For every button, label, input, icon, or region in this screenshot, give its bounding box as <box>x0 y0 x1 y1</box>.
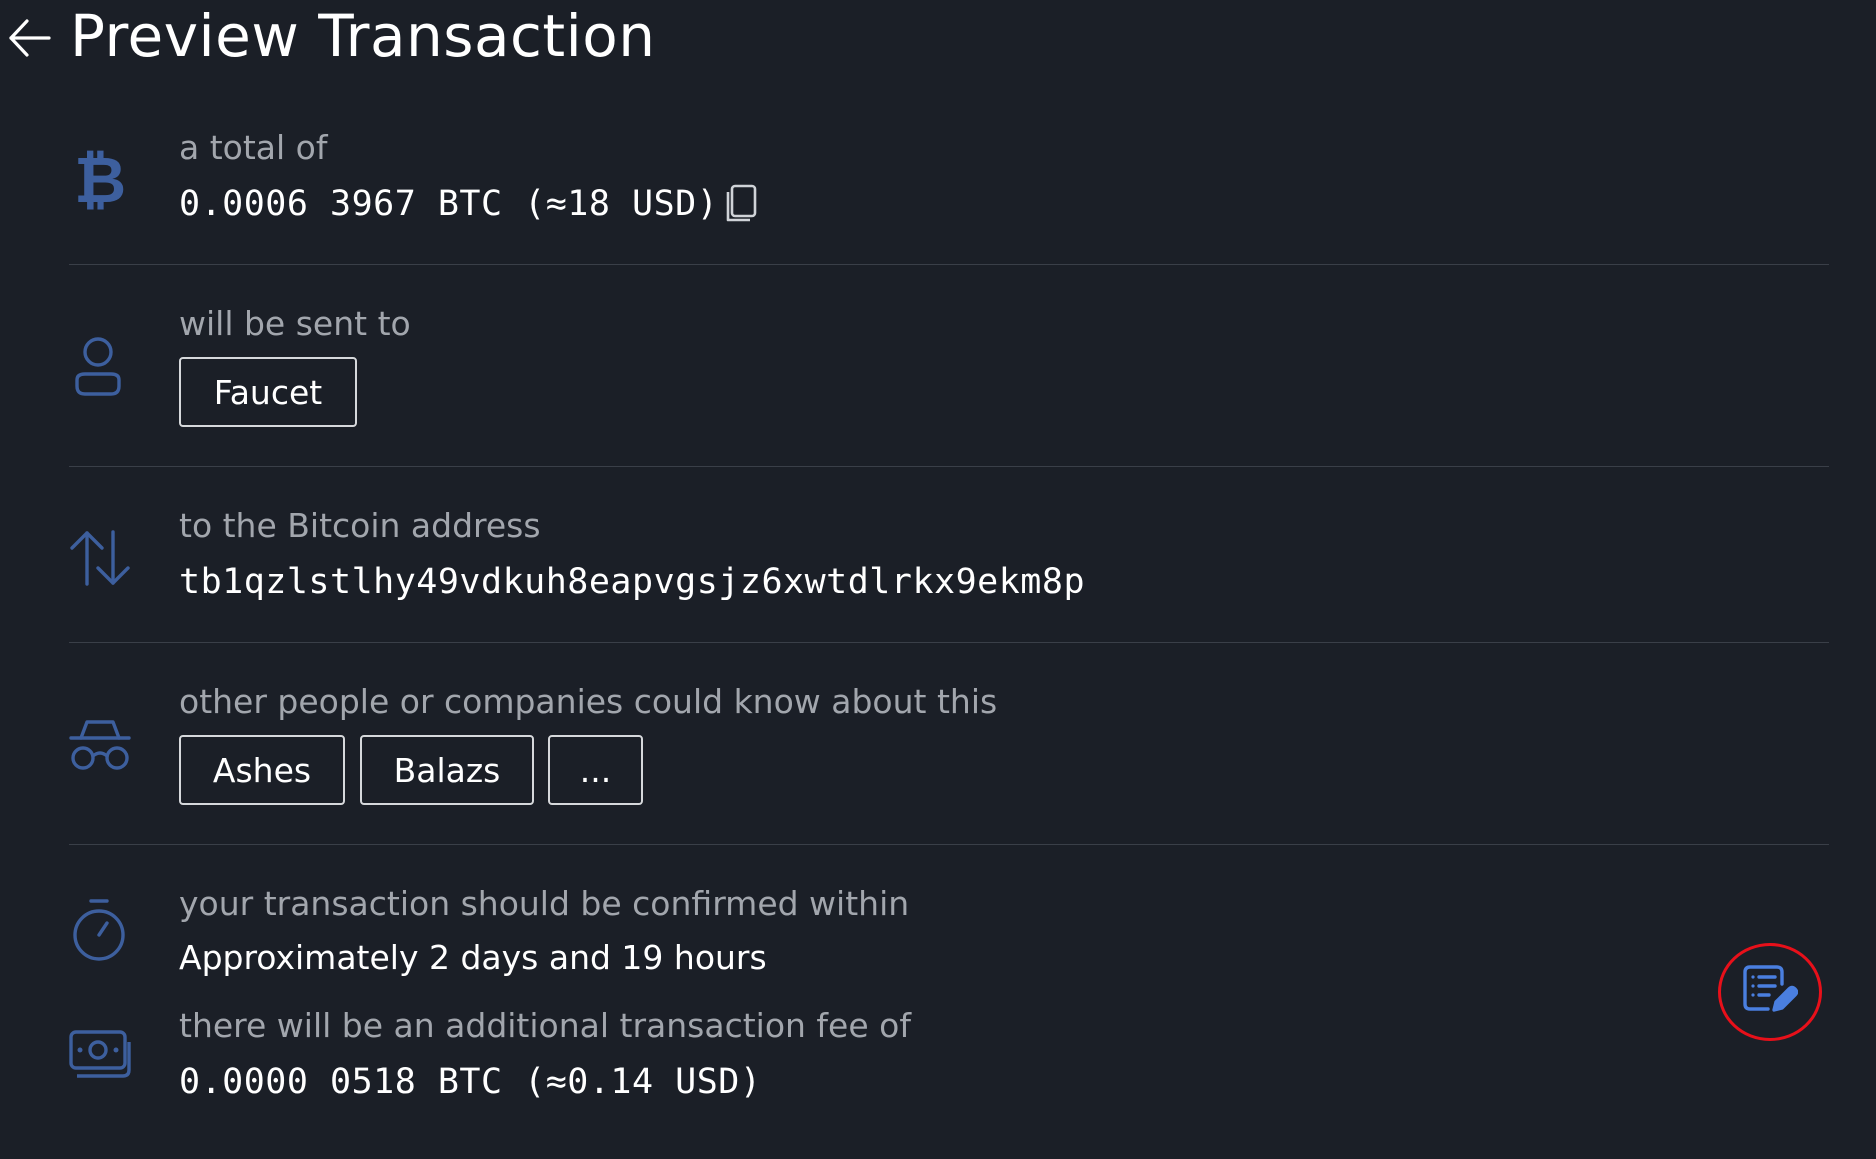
recipient-chip[interactable]: Faucet <box>179 357 357 427</box>
fee-label: there will be an additional transaction … <box>179 1006 911 1045</box>
stopwatch-icon <box>71 898 127 962</box>
page-title: Preview Transaction <box>70 2 656 70</box>
recipient-section: will be sent to Faucet <box>69 298 1829 466</box>
arrows-up-down-icon <box>69 530 131 586</box>
fee-section: there will be an additional transaction … <box>69 1000 1829 1130</box>
confirmation-label: your transaction should be confirmed wit… <box>179 884 910 923</box>
edit-document-button[interactable] <box>1718 943 1822 1041</box>
bitcoin-icon: ₿ <box>74 146 124 210</box>
address-section: to the Bitcoin address tb1qzlstlhy49vdku… <box>69 500 1829 642</box>
confirmation-section: your transaction should be confirmed wit… <box>69 878 1829 998</box>
arrow-left-icon[interactable] <box>8 16 52 60</box>
spy-glasses-icon <box>69 716 131 772</box>
banknote-icon <box>69 1030 131 1080</box>
bitcoin-address: tb1qzlstlhy49vdkuh8eapvgsjz6xwtdlrkx9ekm… <box>179 562 1086 602</box>
recipient-label: will be sent to <box>179 304 411 343</box>
divider <box>69 642 1829 643</box>
amount-section: ₿ a total of 0.0006 3967 BTC (≈18 USD) <box>69 118 1829 264</box>
copy-icon[interactable] <box>724 184 758 228</box>
amount-label: a total of <box>179 128 328 167</box>
privacy-section: other people or companies could know abo… <box>69 676 1829 844</box>
divider <box>69 844 1829 845</box>
svg-text:₿: ₿ <box>74 146 124 210</box>
privacy-label: other people or companies could know abo… <box>179 682 998 721</box>
confirmation-value: Approximately 2 days and 19 hours <box>179 938 767 977</box>
user-icon <box>73 336 123 398</box>
privacy-chip-balazs[interactable]: Balazs <box>360 735 534 805</box>
amount-value: 0.0006 3967 BTC (≈18 USD) <box>179 184 719 224</box>
privacy-chip-ashes[interactable]: Ashes <box>179 735 345 805</box>
fee-value: 0.0000 0518 BTC (≈0.14 USD) <box>179 1062 762 1102</box>
preview-transaction-page: Preview Transaction ₿ a total of 0.0006 … <box>0 0 1876 1159</box>
privacy-chip-more[interactable]: ... <box>548 735 643 805</box>
edit-document-icon <box>1742 964 1799 1020</box>
divider <box>69 466 1829 467</box>
address-label: to the Bitcoin address <box>179 506 541 545</box>
divider <box>69 264 1829 265</box>
